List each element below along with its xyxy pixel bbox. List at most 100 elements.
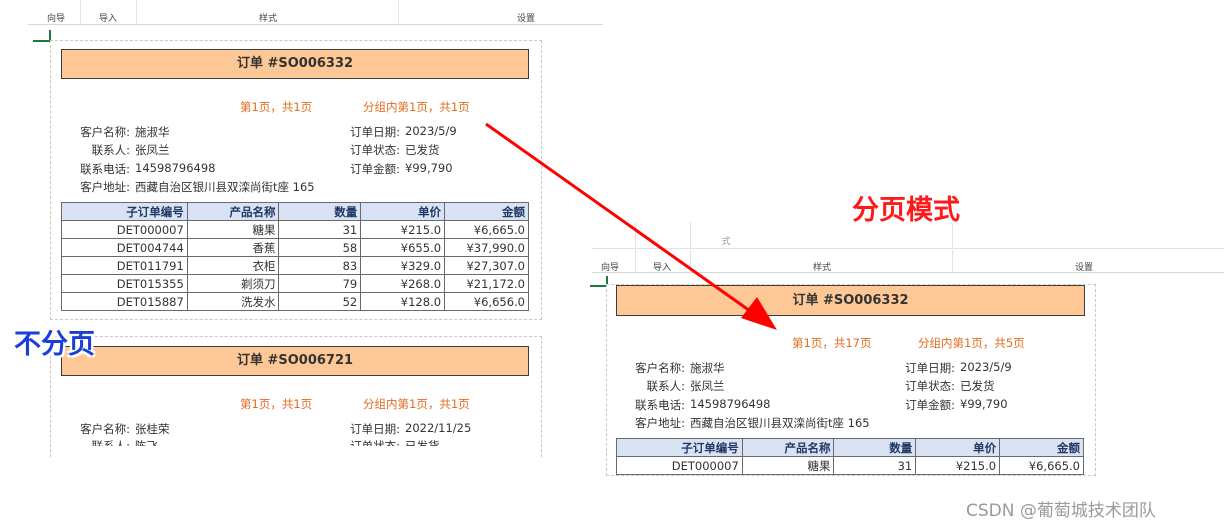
clipped-row: 联系人: 陈飞 订单状态: 已发货 [50,438,542,446]
table-cell: 79 [278,274,362,293]
table-cell: DET004744 [61,238,188,257]
column-header: 数量 [833,438,917,457]
status-label: 订单状态: [905,379,955,393]
table-cell: 洗发水 [186,292,280,311]
column-header: 产品名称 [741,438,835,457]
ribbon-settings-label[interactable]: 设置 [1064,260,1104,273]
table-cell: ¥37,990.0 [444,238,529,257]
order-date-value: 2023/5/9 [405,124,457,138]
address-label: 客户地址: [80,180,130,194]
table-row: DET011791 衣柜 83 ¥329.0 ¥27,307.0 [61,256,529,275]
table-cell: 52 [278,292,362,311]
ribbon-separator [952,250,953,272]
order-title-bar: 订单 #SO006332 [616,285,1085,316]
column-header: 金额 [999,438,1084,457]
column-header: 产品名称 [186,202,280,221]
status-label: 订单状态: [350,439,400,446]
table-cell: 83 [278,256,362,275]
amount-label: 订单金额: [905,398,955,412]
table-cell: ¥21,172.0 [444,274,529,293]
phone-value: 14598796498 [690,397,771,411]
paged-mode-label: 分页模式 [852,195,960,226]
column-header: 单价 [915,438,1001,457]
table-cell: 香蕉 [186,238,280,257]
table-row: DET000007 糖果 31 ¥215.0 ¥6,665.0 [616,456,1084,475]
table-row: DET015355 剃须刀 79 ¥268.0 ¥21,172.0 [61,274,529,293]
order-detail-table: 子订单编号 产品名称 数量 单价 金额 DET000007 糖果 31 ¥215… [616,438,1084,475]
table-cell: DET015355 [61,274,188,293]
phone-label: 联系电话: [635,398,685,412]
phone-label: 联系电话: [80,162,130,176]
ribbon-dir-label[interactable]: 向导 [596,260,624,273]
table-cell: ¥329.0 [360,256,446,275]
table-cell: ¥6,656.0 [444,292,529,311]
ribbon-style-label[interactable]: 样式 [248,11,288,24]
left-ribbon: 向导 导入 样式 设置 [28,0,603,25]
table-cell: DET011791 [61,256,188,275]
table-cell: DET015887 [61,292,188,311]
address-label: 客户地址: [635,416,685,430]
table-cell: DET000007 [61,220,188,239]
status-value: 已发货 [960,379,995,393]
status-value: 已发货 [405,439,440,446]
address-value: 西藏自治区银川县双滦尚街t座 165 [135,180,315,194]
amount-value: ¥99,790 [960,397,1008,411]
table-row: DET015887 洗发水 52 ¥128.0 ¥6,656.0 [61,292,529,311]
table-cell: ¥6,665.0 [999,456,1084,475]
amount-label: 订单金额: [350,162,400,176]
ribbon-settings-label[interactable]: 设置 [506,11,546,24]
address-value: 西藏自治区银川县双滦尚街t座 165 [690,416,870,430]
customer-label: 客户名称: [635,361,685,375]
customer-value: 张桂荣 [135,422,170,436]
ribbon-separator [635,222,636,248]
column-header: 金额 [444,202,529,221]
page-info: 第1页，共1页 [240,397,313,411]
ribbon-separator [690,222,691,248]
table-cell: DET000007 [616,456,743,475]
table-cell: 糖果 [186,220,280,239]
table-cell: ¥215.0 [915,456,1001,475]
ribbon-separator [635,250,636,272]
group-page-info: 分组内第1页，共5页 [918,336,1025,350]
table-cell: 糖果 [741,456,835,475]
table-row: DET004744 香蕉 58 ¥655.0 ¥37,990.0 [61,238,529,257]
customer-label: 客户名称: [80,125,130,139]
page-info: 第1页，共17页 [792,336,872,350]
table-cell: 剃须刀 [186,274,280,293]
contact-value: 张凤兰 [135,143,170,157]
status-label: 订单状态: [350,143,400,157]
order-date-value: 2022/11/25 [405,421,472,435]
table-header-row: 子订单编号 产品名称 数量 单价 金额 [61,202,529,221]
contact-value: 陈飞 [135,439,158,446]
ribbon-import-label[interactable]: 导入 [642,260,682,273]
customer-value: 施淑华 [690,361,725,375]
phone-value: 14598796498 [135,161,216,175]
contact-label: 联系人: [91,143,130,157]
column-header: 子订单编号 [61,202,188,221]
ribbon-separator [80,0,81,24]
right-ribbon: 向导 导入 样式 设置 [592,250,1224,273]
watermark-text: CSDN @葡萄城技术团队 [966,501,1156,521]
table-cell: 31 [278,220,362,239]
amount-value: ¥99,790 [405,161,453,175]
column-header: 子订单编号 [616,438,743,457]
table-cell: ¥128.0 [360,292,446,311]
ribbon-style-label[interactable]: 样式 [802,260,842,273]
non-paged-label: 不分页 [14,329,95,360]
ribbon-import-label[interactable]: 导入 [88,11,128,24]
contact-label: 联系人: [91,439,130,446]
order-date-label: 订单日期: [905,361,955,375]
table-cell: ¥27,307.0 [444,256,529,275]
column-header: 单价 [360,202,446,221]
contact-value: 张凤兰 [690,379,725,393]
customer-value: 施淑华 [135,125,170,139]
order-date-label: 订单日期: [350,125,400,139]
group-page-info: 分组内第1页，共1页 [363,397,470,411]
group-page-info: 分组内第1页，共1页 [363,100,470,114]
order-title-bar: 订单 #SO006721 [61,346,529,376]
ribbon-dir-label[interactable]: 向导 [42,11,70,24]
contact-label: 联系人: [646,379,685,393]
table-cell: ¥268.0 [360,274,446,293]
order-title-bar: 订单 #SO006332 [61,49,529,79]
page-info: 第1页，共1页 [240,100,313,114]
